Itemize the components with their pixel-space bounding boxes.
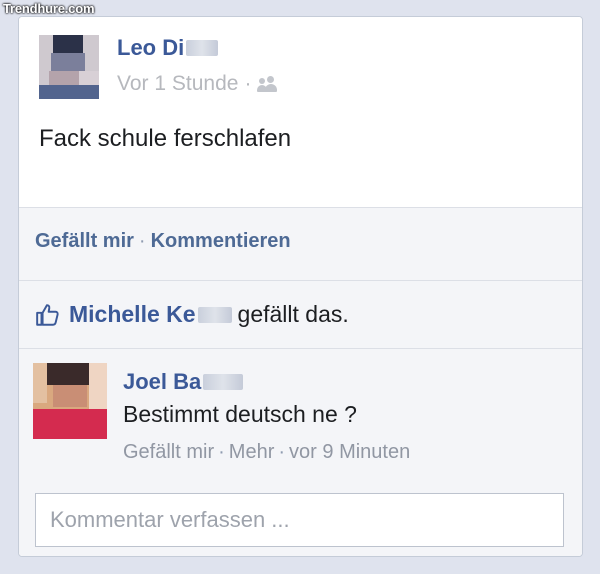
friends-icon[interactable] bbox=[257, 76, 278, 92]
comment-composer bbox=[19, 483, 582, 556]
commenter-avatar[interactable] bbox=[33, 363, 107, 439]
comment-input[interactable] bbox=[35, 493, 564, 547]
comment-meta-separator: · bbox=[218, 441, 225, 463]
post-card: Leo Di Vor 1 Stunde · Fack schule fersch… bbox=[18, 16, 583, 557]
redacted-name-blur bbox=[186, 40, 219, 56]
thumbs-up-icon bbox=[36, 303, 59, 326]
post-meta: Vor 1 Stunde · bbox=[117, 72, 278, 96]
comment-time[interactable]: vor 9 Minuten bbox=[289, 441, 410, 463]
comment-text: Bestimmt deutsch ne ? bbox=[123, 401, 357, 427]
commenter[interactable]: Joel Ba bbox=[123, 369, 244, 395]
likes-suffix: gefällt das. bbox=[237, 301, 349, 327]
post-actions: Gefällt mir · Kommentieren bbox=[19, 207, 582, 281]
post-author[interactable]: Leo Di bbox=[117, 35, 219, 61]
action-separator: · bbox=[138, 230, 146, 252]
liker-name[interactable]: Michelle Ke bbox=[69, 301, 196, 328]
post-header: Leo Di Vor 1 Stunde · Fack schule fersch… bbox=[19, 17, 582, 207]
comment-meta-separator: · bbox=[278, 441, 286, 463]
comment-like-link[interactable]: Gefällt mir bbox=[123, 441, 214, 463]
commenter-name[interactable]: Joel Ba bbox=[123, 369, 201, 395]
redacted-name-blur bbox=[203, 374, 244, 390]
comment-meta: Gefällt mir · Mehr · vor 9 Minuten bbox=[123, 441, 410, 464]
post-text: Fack schule ferschlafen bbox=[39, 125, 292, 152]
redacted-name-blur bbox=[197, 306, 232, 323]
watermark: Trendhure.com bbox=[3, 1, 95, 16]
like-link[interactable]: Gefällt mir bbox=[35, 230, 134, 252]
likes-bar: Michelle Ke gefällt das. bbox=[19, 281, 582, 349]
post-author-name[interactable]: Leo Di bbox=[117, 35, 184, 61]
meta-separator: · bbox=[244, 72, 252, 95]
comment-link[interactable]: Kommentieren bbox=[151, 230, 291, 252]
comment-more-link[interactable]: Mehr bbox=[229, 441, 275, 463]
author-avatar[interactable] bbox=[39, 35, 99, 99]
post-time[interactable]: Vor 1 Stunde bbox=[117, 72, 238, 96]
comment-item: Joel Ba Bestimmt deutsch ne ? Gefällt mi… bbox=[19, 349, 582, 483]
